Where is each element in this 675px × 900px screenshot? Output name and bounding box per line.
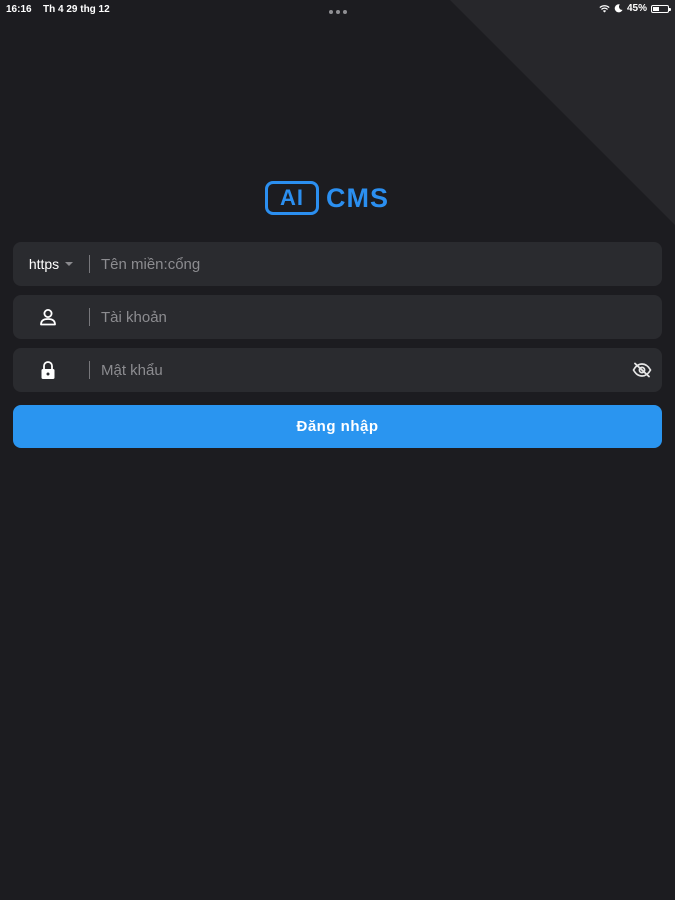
- protocol-value: https: [28, 256, 60, 272]
- background-decoration: [450, 0, 675, 225]
- username-field: [13, 295, 662, 339]
- domain-field: https: [13, 242, 662, 286]
- toggle-password-visibility-button[interactable]: [622, 348, 662, 392]
- battery-percent: 45%: [626, 3, 647, 14]
- status-bar: 16:16 Th 4 29 thg 12 45%: [0, 0, 675, 20]
- login-button[interactable]: Đăng nhập: [13, 405, 662, 448]
- multitasking-dots-icon[interactable]: [329, 10, 347, 14]
- protocol-select[interactable]: https: [13, 256, 83, 272]
- battery-icon: [651, 4, 671, 13]
- password-field: [13, 348, 662, 392]
- status-date: Th 4 29 thg 12: [43, 4, 110, 15]
- lock-icon-container: [13, 360, 83, 380]
- status-indicators: 45%: [599, 3, 671, 14]
- login-button-label: Đăng nhập: [296, 418, 379, 435]
- moon-icon: [614, 4, 623, 13]
- logo-ai-text: AI: [280, 185, 304, 210]
- field-divider: [89, 255, 90, 273]
- battery-level: [653, 6, 659, 11]
- password-input[interactable]: [101, 361, 622, 379]
- field-divider: [89, 361, 90, 379]
- app-logo: AI CMS: [265, 180, 411, 216]
- eye-off-icon: [632, 362, 652, 378]
- user-icon-container: [13, 307, 83, 327]
- logo-ai-badge: AI: [265, 181, 319, 215]
- logo-cms-text: CMS: [326, 182, 389, 213]
- status-time: 16:16: [6, 4, 32, 15]
- wifi-icon: [599, 5, 610, 13]
- lock-icon: [41, 361, 55, 379]
- field-divider: [89, 308, 90, 326]
- dropdown-arrow-icon: [65, 262, 74, 266]
- username-input[interactable]: [101, 308, 662, 326]
- domain-input[interactable]: [101, 255, 662, 273]
- user-icon: [40, 309, 56, 326]
